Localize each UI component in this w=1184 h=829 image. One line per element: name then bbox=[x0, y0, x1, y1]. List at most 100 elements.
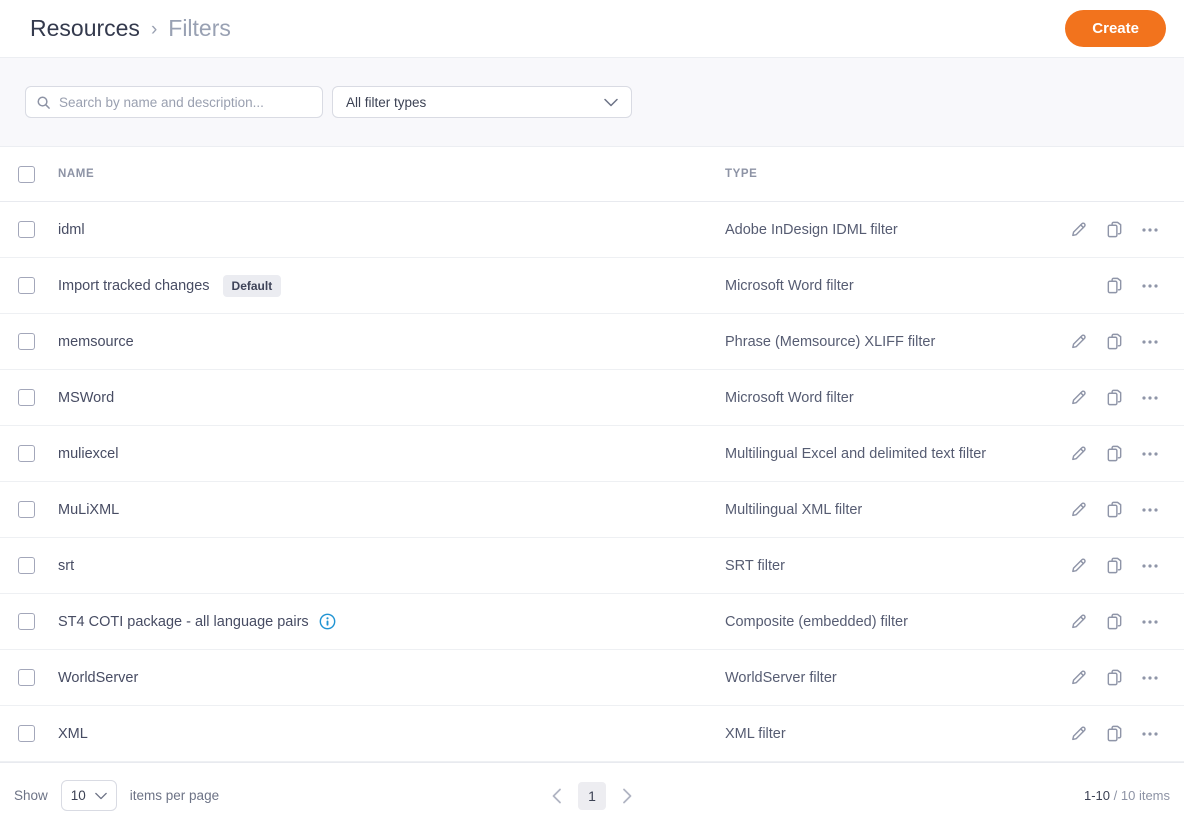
page-size-select[interactable]: 10 bbox=[60, 780, 117, 811]
duplicate-button[interactable] bbox=[1096, 324, 1132, 360]
row-checkbox[interactable] bbox=[18, 445, 35, 462]
more-actions-button[interactable] bbox=[1132, 492, 1168, 528]
filter-name[interactable]: srt bbox=[58, 558, 74, 574]
column-header-type: TYPE bbox=[725, 168, 758, 180]
filter-name[interactable]: muliexcel bbox=[58, 446, 118, 462]
chevron-down-icon bbox=[604, 98, 618, 107]
edit-button[interactable] bbox=[1060, 492, 1096, 528]
next-page-button[interactable] bbox=[618, 784, 636, 808]
edit-button[interactable] bbox=[1060, 436, 1096, 472]
filter-type: Multilingual Excel and delimited text fi… bbox=[725, 445, 987, 462]
more-actions-button[interactable] bbox=[1132, 268, 1168, 304]
breadcrumb: Resources › Filters bbox=[30, 15, 231, 42]
page-number-button[interactable]: 1 bbox=[578, 781, 606, 810]
duplicate-button[interactable] bbox=[1096, 660, 1132, 696]
row-checkbox[interactable] bbox=[18, 333, 35, 350]
select-all-checkbox[interactable] bbox=[18, 165, 35, 183]
page-header: Resources › Filters Create bbox=[0, 0, 1184, 58]
breadcrumb-separator: › bbox=[150, 19, 158, 40]
items-range: 1-10 / 10 items bbox=[1084, 788, 1170, 803]
search-input[interactable] bbox=[59, 94, 312, 110]
row-checkbox[interactable] bbox=[18, 613, 35, 630]
edit-button[interactable] bbox=[1060, 548, 1096, 584]
row-checkbox[interactable] bbox=[18, 277, 35, 294]
filter-type: Adobe InDesign IDML filter bbox=[725, 221, 898, 238]
filter-type: SRT filter bbox=[725, 557, 785, 574]
search-icon bbox=[36, 95, 51, 110]
more-actions-button[interactable] bbox=[1132, 716, 1168, 752]
duplicate-button[interactable] bbox=[1096, 436, 1132, 472]
filter-type: WorldServer filter bbox=[725, 669, 837, 686]
more-actions-button[interactable] bbox=[1132, 548, 1168, 584]
edit-button[interactable] bbox=[1060, 604, 1096, 640]
filter-type: Microsoft Word filter bbox=[725, 277, 854, 294]
filter-name[interactable]: idml bbox=[58, 222, 85, 238]
show-label: Show bbox=[14, 788, 48, 803]
filter-type: XML filter bbox=[725, 725, 786, 742]
more-actions-button[interactable] bbox=[1132, 660, 1168, 696]
filter-name[interactable]: ST4 COTI package - all language pairs bbox=[58, 614, 309, 630]
edit-button[interactable] bbox=[1060, 212, 1096, 248]
filter-type-value: All filter types bbox=[346, 94, 427, 110]
filter-name[interactable]: Import tracked changes bbox=[58, 278, 210, 294]
table-row: srt SRT filter bbox=[0, 538, 1184, 594]
column-header-name: NAME bbox=[58, 168, 95, 180]
range-total: / 10 items bbox=[1110, 788, 1170, 803]
row-checkbox[interactable] bbox=[18, 725, 35, 742]
pagination-footer: Show 10 items per page 1 1-10 / 10 items bbox=[0, 762, 1184, 828]
default-badge: Default bbox=[222, 274, 282, 297]
filter-type: Composite (embedded) filter bbox=[725, 613, 908, 630]
duplicate-button[interactable] bbox=[1096, 212, 1132, 248]
filter-name[interactable]: memsource bbox=[58, 334, 134, 350]
edit-button[interactable] bbox=[1060, 324, 1096, 360]
info-icon[interactable] bbox=[319, 613, 336, 630]
edit-button[interactable] bbox=[1060, 716, 1096, 752]
table-body: idml Adobe InDesign IDML filter Import t… bbox=[0, 202, 1184, 762]
more-actions-button[interactable] bbox=[1132, 380, 1168, 416]
duplicate-button[interactable] bbox=[1096, 268, 1132, 304]
table-row: idml Adobe InDesign IDML filter bbox=[0, 202, 1184, 258]
per-page-label: items per page bbox=[129, 788, 220, 803]
filter-type: Phrase (Memsource) XLIFF filter bbox=[725, 333, 936, 350]
row-checkbox[interactable] bbox=[18, 501, 35, 518]
table-row: ST4 COTI package - all language pairs Co… bbox=[0, 594, 1184, 650]
row-checkbox[interactable] bbox=[18, 221, 35, 238]
more-actions-button[interactable] bbox=[1132, 436, 1168, 472]
more-actions-button[interactable] bbox=[1132, 604, 1168, 640]
table-row: MSWord Microsoft Word filter bbox=[0, 370, 1184, 426]
edit-button[interactable] bbox=[1060, 660, 1096, 696]
duplicate-button[interactable] bbox=[1096, 380, 1132, 416]
table-header: NAME TYPE bbox=[0, 147, 1184, 202]
duplicate-button[interactable] bbox=[1096, 604, 1132, 640]
filter-type-select[interactable]: All filter types bbox=[332, 86, 632, 118]
table-row: muliexcel Multilingual Excel and delimit… bbox=[0, 426, 1184, 482]
row-checkbox[interactable] bbox=[18, 557, 35, 574]
pager: 1 bbox=[548, 781, 636, 810]
prev-page-button[interactable] bbox=[548, 784, 566, 808]
range-current: 1-10 bbox=[1084, 788, 1111, 803]
edit-button[interactable] bbox=[1060, 380, 1096, 416]
more-actions-button[interactable] bbox=[1132, 212, 1168, 248]
table-row: XML XML filter bbox=[0, 706, 1184, 762]
page-size-value: 10 bbox=[70, 788, 86, 803]
row-checkbox[interactable] bbox=[18, 669, 35, 686]
filter-name[interactable]: WorldServer bbox=[58, 670, 138, 686]
filter-type: Microsoft Word filter bbox=[725, 389, 854, 406]
search-box[interactable] bbox=[25, 86, 323, 118]
table-row: MuLiXML Multilingual XML filter bbox=[0, 482, 1184, 538]
more-actions-button[interactable] bbox=[1132, 324, 1168, 360]
duplicate-button[interactable] bbox=[1096, 716, 1132, 752]
row-checkbox[interactable] bbox=[18, 389, 35, 406]
breadcrumb-filters: Filters bbox=[168, 15, 231, 41]
create-button[interactable]: Create bbox=[1065, 10, 1166, 47]
chevron-down-icon bbox=[94, 792, 107, 800]
filter-name[interactable]: XML bbox=[58, 726, 88, 742]
filter-type: Multilingual XML filter bbox=[725, 501, 863, 518]
breadcrumb-resources[interactable]: Resources bbox=[30, 15, 140, 42]
table-row: Import tracked changes Default Microsoft… bbox=[0, 258, 1184, 314]
duplicate-button[interactable] bbox=[1096, 548, 1132, 584]
duplicate-button[interactable] bbox=[1096, 492, 1132, 528]
table-row: WorldServer WorldServer filter bbox=[0, 650, 1184, 706]
filter-name[interactable]: MSWord bbox=[58, 390, 114, 406]
filter-name[interactable]: MuLiXML bbox=[58, 502, 119, 518]
